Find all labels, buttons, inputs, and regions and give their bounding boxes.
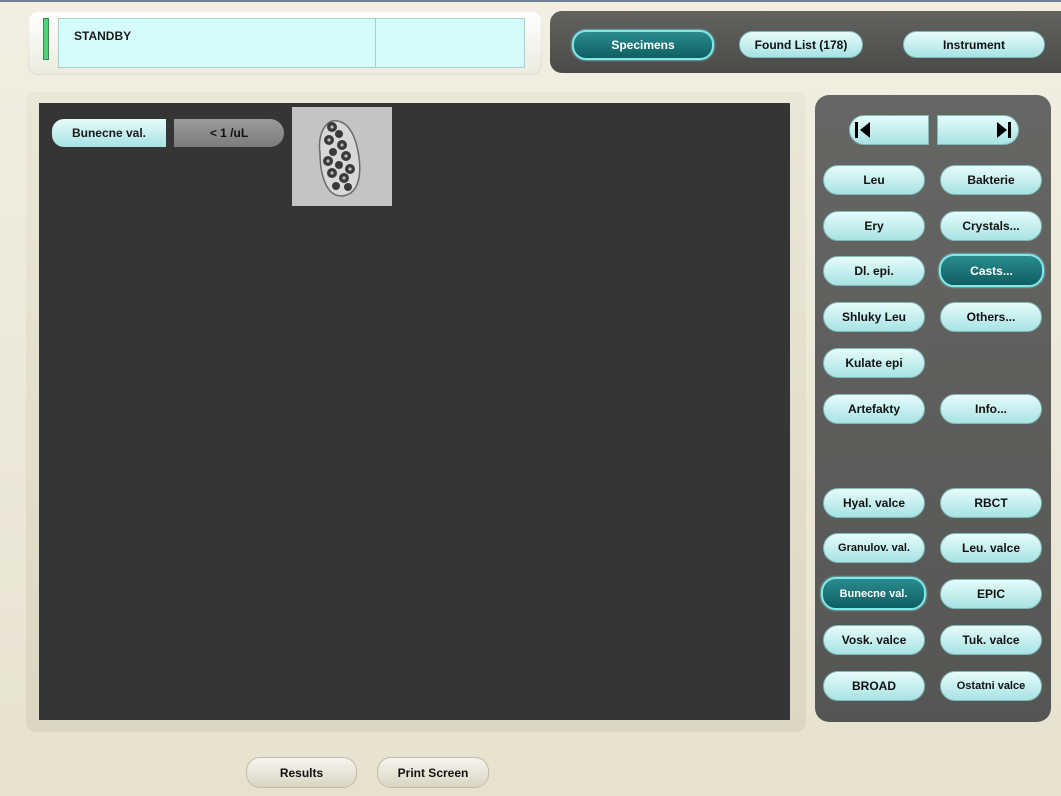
image-viewer[interactable] <box>39 103 790 720</box>
class-button-ery[interactable]: Ery <box>823 211 925 241</box>
class-button-granulov-val[interactable]: Granulov. val. <box>823 533 925 563</box>
class-button-kulate-epi[interactable]: Kulate epi <box>823 348 925 378</box>
results-button[interactable]: Results <box>246 757 357 788</box>
class-button-ostatni-valce[interactable]: Ostatni valce <box>940 671 1042 701</box>
tab-specimens[interactable]: Specimens <box>572 30 714 60</box>
cell-cast-thumbnail[interactable] <box>292 107 392 206</box>
class-button-shluky-leu[interactable]: Shluky Leu <box>823 302 925 332</box>
arrow-left-icon <box>860 122 870 138</box>
cell-cast-image <box>292 107 392 206</box>
class-button-casts[interactable]: Casts... <box>939 254 1044 287</box>
class-button-bakterie[interactable]: Bakterie <box>940 165 1042 195</box>
current-class-label: Bunecne val. <box>52 119 166 147</box>
class-button-rbct[interactable]: RBCT <box>940 488 1042 518</box>
class-button-vosk-valce[interactable]: Vosk. valce <box>823 625 925 655</box>
tab-found-list[interactable]: Found List (178) <box>739 31 863 58</box>
concentration-badge: < 1 /uL <box>174 119 284 147</box>
class-button-bunecne-val[interactable]: Bunecne val. <box>821 577 926 610</box>
status-text: STANDBY <box>74 29 132 43</box>
arrow-right-icon-bar <box>1008 122 1011 138</box>
class-button-info[interactable]: Info... <box>940 394 1042 424</box>
class-button-others[interactable]: Others... <box>940 302 1042 332</box>
class-button-broad[interactable]: BROAD <box>823 671 925 701</box>
class-button-epic[interactable]: EPIC <box>940 579 1042 609</box>
tab-instrument[interactable]: Instrument <box>903 31 1045 58</box>
class-button-leu-valce[interactable]: Leu. valce <box>940 533 1042 563</box>
top-border <box>0 0 1061 2</box>
status-display <box>58 18 525 68</box>
class-button-tuk-valce[interactable]: Tuk. valce <box>940 625 1042 655</box>
print-screen-button[interactable]: Print Screen <box>377 757 489 788</box>
class-button-artefakty[interactable]: Artefakty <box>823 394 925 424</box>
class-button-leu[interactable]: Leu <box>823 165 925 195</box>
class-button-crystals[interactable]: Crystals... <box>940 211 1042 241</box>
class-button-dl-epi[interactable]: Dl. epi. <box>823 256 925 286</box>
status-indicator-led <box>43 18 49 60</box>
arrow-right-icon <box>997 122 1007 138</box>
class-button-hyal-valce[interactable]: Hyal. valce <box>823 488 925 518</box>
status-divider <box>375 19 376 67</box>
arrow-left-icon-bar <box>855 122 858 138</box>
